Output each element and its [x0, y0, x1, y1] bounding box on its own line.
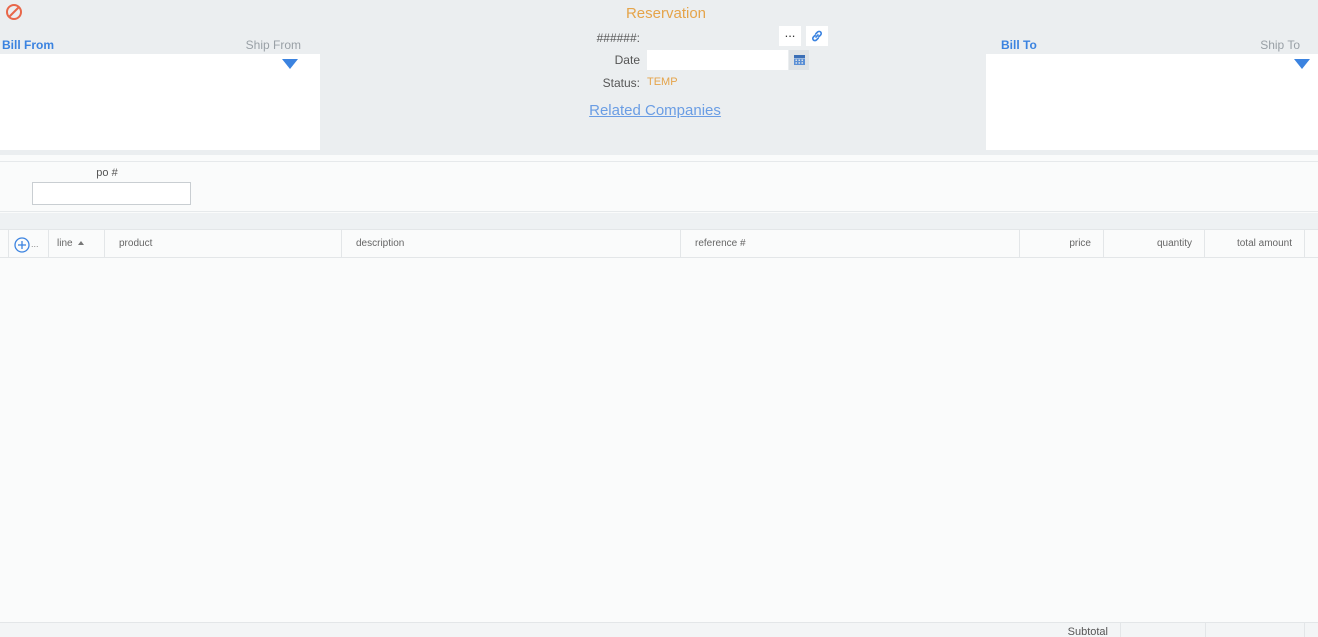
link-icon — [812, 30, 822, 42]
section-divider — [0, 213, 1318, 229]
po-section: po # — [0, 161, 1318, 212]
sort-ascending-icon — [77, 241, 84, 246]
cancel-icon[interactable] — [5, 3, 23, 21]
page-title: Reservation — [625, 5, 707, 22]
po-label: po # — [96, 167, 118, 179]
calendar-button[interactable] — [789, 50, 809, 70]
bill-to-box[interactable] — [986, 54, 1318, 150]
column-product-label: product — [119, 238, 153, 249]
status-label: Status: — [602, 76, 640, 90]
link-button[interactable] — [806, 26, 828, 46]
line-items-header: ... line product description reference #… — [0, 229, 1318, 258]
column-header-description[interactable]: description — [342, 230, 681, 258]
status-badge: TEMP — [647, 76, 678, 88]
bill-to-dropdown-icon[interactable] — [1294, 59, 1310, 69]
column-reference-label: reference # — [695, 238, 746, 249]
subtotal-quantity-cell — [1120, 623, 1205, 637]
column-price-label: price — [1069, 238, 1091, 249]
column-header-product[interactable]: product — [105, 230, 342, 258]
column-header-price[interactable]: price — [1020, 230, 1104, 258]
column-header-quantity[interactable]: quantity — [1104, 230, 1205, 258]
bill-from-box[interactable] — [0, 54, 320, 150]
po-input[interactable] — [32, 182, 191, 205]
column-total-label: total amount — [1236, 238, 1292, 249]
column-quantity-label: quantity — [1156, 238, 1192, 249]
tab-ship-from[interactable]: Ship From — [246, 38, 301, 52]
tab-ship-to[interactable]: Ship To — [1260, 38, 1300, 52]
add-line-icon[interactable] — [14, 237, 30, 253]
add-more-indicator: ... — [31, 239, 39, 249]
date-input[interactable] — [647, 50, 788, 70]
column-line-label: line — [57, 238, 73, 249]
tab-bill-to[interactable]: Bill To — [1001, 38, 1037, 52]
bill-from-dropdown-icon[interactable] — [282, 59, 298, 69]
more-button[interactable]: ... — [779, 26, 801, 46]
date-label: Date — [614, 53, 640, 67]
related-companies-link[interactable]: Related Companies — [555, 102, 755, 119]
calendar-icon — [793, 55, 805, 65]
header-panel: Reservation Bill From Ship From ######: … — [0, 0, 1318, 155]
document-number-label: ######: — [596, 31, 640, 45]
tab-bill-from[interactable]: Bill From — [2, 38, 54, 52]
totals-footer: Subtotal — [0, 622, 1318, 637]
reservation-page: Reservation Bill From Ship From ######: … — [0, 0, 1318, 637]
column-header-line[interactable]: line — [49, 230, 105, 258]
line-items-body — [0, 258, 1318, 622]
column-header-total-amount[interactable]: total amount — [1205, 230, 1305, 258]
column-description-label: description — [356, 238, 405, 249]
column-header-reference[interactable]: reference # — [681, 230, 1020, 258]
subtotal-amount-cell — [1205, 623, 1305, 637]
subtotal-label: Subtotal — [1067, 626, 1108, 637]
